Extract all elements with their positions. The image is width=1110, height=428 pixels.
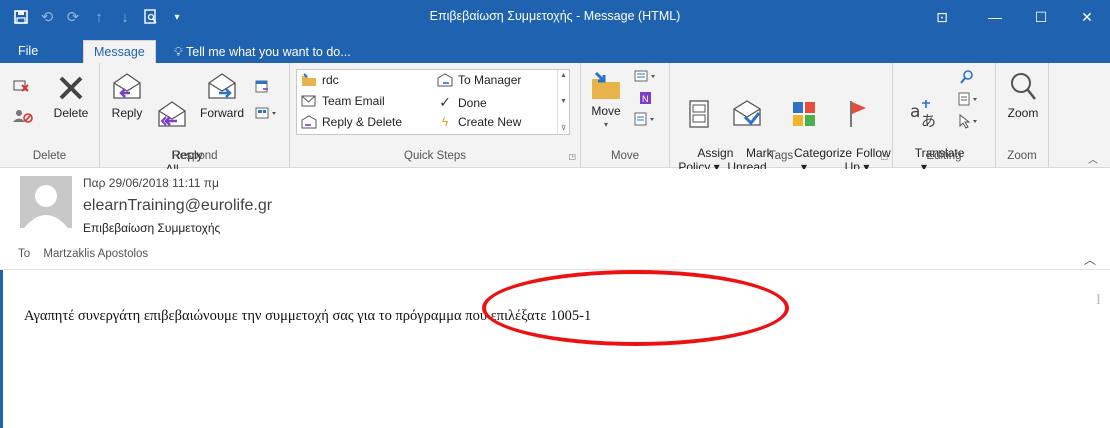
sent-date: Παρ 29/06/2018 11:11 πμ [83,176,219,190]
svg-text:a: a [910,102,920,122]
group-label-move: Move [610,150,640,162]
editing-group: aあ Translate ▾ Editing [893,63,996,174]
find-icon[interactable] [959,69,975,88]
tags-group: Assign Policy ▾ Mark Unread Categorize ▾… [670,63,893,174]
title-bar: ⟲ ⟳ ↑ ↓ ▾ Επιβεβαίωση Συμμετοχής - Messa… [0,0,1110,34]
tell-me-search[interactable]: 💡︎ Tell me what you want to do... [174,45,351,60]
tab-message[interactable]: Message [83,40,156,63]
reply-icon [113,73,141,99]
move-group: Move ▾ N Move [581,63,670,168]
team-email-icon [301,95,316,107]
junk-icon[interactable] [12,107,34,126]
quick-steps-scrollbar[interactable]: ▲ ▼ ⊽ [557,70,569,134]
tab-file[interactable]: File [8,40,48,63]
group-label-quick-steps: Quick Steps [404,150,466,162]
to-manager-icon [437,73,453,87]
quick-step-create-new[interactable]: ϟ Create New [437,115,522,129]
related-icon[interactable] [957,91,983,110]
message-header: Παρ 29/06/2018 11:11 πμ elearnTraining@e… [0,169,1110,270]
ribbon-display-options-button[interactable]: ⊡ [912,0,972,34]
person-icon [24,185,68,228]
reply-button[interactable]: Reply [106,71,148,120]
rules-icon[interactable] [633,69,659,86]
scroll-down-icon[interactable]: ▼ [560,98,567,105]
group-label-delete: Delete [32,150,67,162]
highlight-circle [482,270,789,346]
sender-address[interactable]: elearnTraining@eurolife.gr [83,197,272,215]
select-icon[interactable] [957,113,983,132]
lightning-icon: ϟ [441,115,449,129]
checkmark-icon: ✓ [439,94,451,110]
group-label-editing: Editing [926,150,962,162]
move-dropdown-icon: ▾ [603,120,608,129]
delete-group: Delete Delete [0,63,100,168]
minimize-button[interactable]: — [972,0,1018,34]
respond-group: Reply Reply All Forward Respond [100,63,290,176]
quick-step-to-manager[interactable]: To Manager [437,73,521,87]
close-button[interactable]: ✕ [1064,0,1110,34]
forward-icon [208,73,236,99]
window-controls: ⊡ — ☐ ✕ [912,0,1110,34]
svg-text:N: N [642,94,649,104]
delete-button[interactable]: Delete [48,73,94,120]
translate-icon: aあ [910,100,936,129]
to-label: To [18,248,31,260]
delete-x-icon [59,76,83,100]
reply-all-icon [158,101,186,127]
folder-icon [302,73,316,86]
actions-icon[interactable] [633,111,659,130]
collapse-header-icon[interactable]: ︿ [1084,251,1096,268]
zoom-group: Zoom Zoom [996,63,1049,168]
svg-text:あ: あ [921,112,936,129]
recipient-name[interactable]: Martzaklis Apostolos [43,248,148,260]
onenote-icon[interactable]: N [637,90,653,109]
expand-gallery-icon[interactable]: ⊽ [561,124,566,132]
tell-me-label: Tell me what you want to do... [186,45,351,59]
scroll-up-icon[interactable]: ▲ [560,72,567,79]
categorize-icon [793,102,815,126]
ribbon-tabs: File Message 💡︎ Tell me what you want to… [0,34,1110,63]
more-respond-icon[interactable] [254,105,280,124]
quick-step-team-email[interactable]: Team Email [301,94,385,108]
ignore-icon[interactable] [12,77,30,96]
quick-steps-group: rdc Team Email Reply & Delete To Manager… [290,63,581,168]
mark-unread-icon [733,100,761,126]
move-folder-icon [592,71,620,99]
meeting-reply-icon[interactable] [254,79,270,98]
zoom-button[interactable]: Zoom [1000,71,1046,120]
group-label-zoom: Zoom [1007,150,1037,162]
recipient-line: To Martzaklis Apostolos [18,248,148,260]
quick-step-done[interactable]: ✓ Done [437,94,487,111]
collapse-ribbon-icon[interactable]: ︿ [1088,151,1098,166]
assign-policy-icon [689,100,709,128]
group-label-respond: Respond [171,150,218,162]
quick-step-reply-delete[interactable]: Reply & Delete [301,115,402,129]
lightbulb-icon: 💡︎ [174,45,183,59]
flag-icon [850,101,866,127]
quick-steps-launcher-icon[interactable]: ◳ [568,152,576,161]
tags-launcher-icon[interactable]: ◳ [880,152,888,161]
reading-pane-edge [0,270,3,428]
group-label-tags: Tags [768,150,794,162]
maximize-button[interactable]: ☐ [1018,0,1064,34]
quick-step-rdc[interactable]: rdc [301,73,339,87]
forward-button[interactable]: Forward [198,71,246,120]
move-button[interactable]: Move ▾ [587,71,625,132]
message-subject: Επιβεβαίωση Συμμετοχής [83,221,221,235]
magnifier-icon [1011,73,1037,100]
quick-steps-gallery: rdc Team Email Reply & Delete To Manager… [296,69,570,135]
text-cursor-icon: I [1096,292,1101,308]
avatar [20,176,72,228]
reply-delete-icon [301,115,317,129]
ribbon: Delete Delete Reply Reply All Forward Re… [0,63,1110,176]
